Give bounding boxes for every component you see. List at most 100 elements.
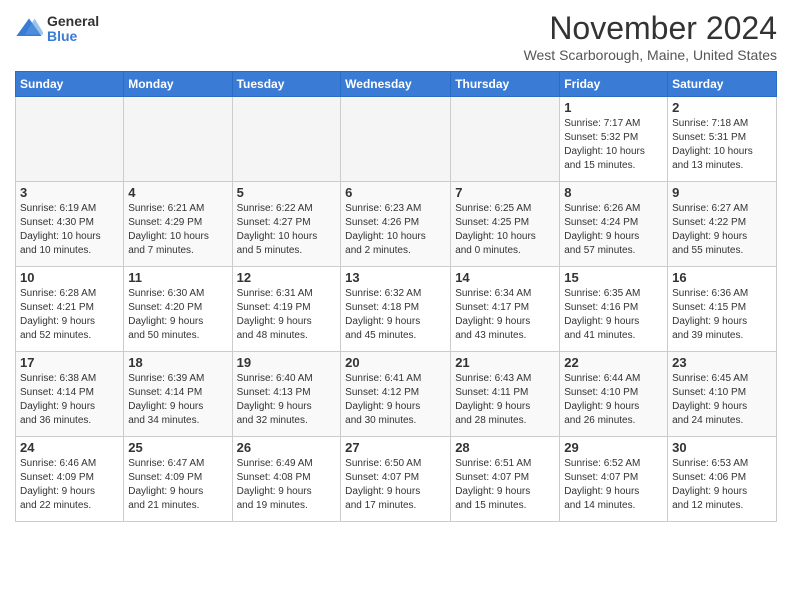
calendar-cell: 23 Sunrise: 6:45 AM Sunset: 4:10 PM Dayli… bbox=[668, 352, 777, 437]
day-info: Sunrise: 6:47 AM Sunset: 4:09 PM Dayligh… bbox=[128, 457, 227, 513]
day-info: Sunrise: 6:23 AM Sunset: 4:26 PM Dayligh… bbox=[345, 202, 446, 258]
logo-blue: Blue bbox=[47, 29, 99, 44]
calendar-cell: 20 Sunrise: 6:41 AM Sunset: 4:12 PM Dayli… bbox=[341, 352, 451, 437]
day-number: 11 bbox=[128, 270, 227, 285]
weekday-header: Thursday bbox=[451, 72, 560, 97]
calendar-cell: 19 Sunrise: 6:40 AM Sunset: 4:13 PM Dayli… bbox=[232, 352, 341, 437]
calendar-cell: 7Sunrise: 6:25 AM Sunset: 4:25 PM Daylig… bbox=[451, 182, 560, 267]
day-info: Sunrise: 6:19 AM Sunset: 4:30 PM Dayligh… bbox=[20, 202, 119, 258]
week-row: 17 Sunrise: 6:38 AM Sunset: 4:14 PM Dayli… bbox=[16, 352, 777, 437]
day-info: Sunrise: 6:53 AM Sunset: 4:06 PM Dayligh… bbox=[672, 457, 772, 513]
day-info: Sunrise: 6:30 AM Sunset: 4:20 PM Dayligh… bbox=[128, 287, 227, 343]
weekday-header: Friday bbox=[560, 72, 668, 97]
calendar-cell: 16 Sunrise: 6:36 AM Sunset: 4:15 PM Dayli… bbox=[668, 267, 777, 352]
day-info: Sunrise: 6:31 AM Sunset: 4:19 PM Dayligh… bbox=[237, 287, 337, 343]
day-number: 3 bbox=[20, 185, 119, 200]
day-number: 22 bbox=[564, 355, 663, 370]
calendar-cell: 2 Sunrise: 7:18 AM Sunset: 5:31 PM Daylig… bbox=[668, 97, 777, 182]
day-info: Sunrise: 6:40 AM Sunset: 4:13 PM Dayligh… bbox=[237, 372, 337, 428]
calendar-cell: 6 Sunrise: 6:23 AM Sunset: 4:26 PM Daylig… bbox=[341, 182, 451, 267]
calendar-cell: 3 Sunrise: 6:19 AM Sunset: 4:30 PM Daylig… bbox=[16, 182, 124, 267]
logo-text: General Blue bbox=[47, 14, 99, 45]
day-info: Sunrise: 6:46 AM Sunset: 4:09 PM Dayligh… bbox=[20, 457, 119, 513]
calendar-cell: 4 Sunrise: 6:21 AM Sunset: 4:29 PM Daylig… bbox=[124, 182, 232, 267]
day-info: Sunrise: 6:43 AM Sunset: 4:11 PM Dayligh… bbox=[455, 372, 555, 428]
day-info: Sunrise: 6:38 AM Sunset: 4:14 PM Dayligh… bbox=[20, 372, 119, 428]
month-title: November 2024 bbox=[524, 10, 777, 47]
day-number: 15 bbox=[564, 270, 663, 285]
calendar-cell: 28Sunrise: 6:51 AM Sunset: 4:07 PM Dayli… bbox=[451, 437, 560, 522]
day-info: Sunrise: 6:39 AM Sunset: 4:14 PM Dayligh… bbox=[128, 372, 227, 428]
calendar-cell: 29 Sunrise: 6:52 AM Sunset: 4:07 PM Dayli… bbox=[560, 437, 668, 522]
day-info: Sunrise: 6:34 AM Sunset: 4:17 PM Dayligh… bbox=[455, 287, 555, 343]
day-number: 4 bbox=[128, 185, 227, 200]
day-info: Sunrise: 6:49 AM Sunset: 4:08 PM Dayligh… bbox=[237, 457, 337, 513]
day-info: Sunrise: 6:21 AM Sunset: 4:29 PM Dayligh… bbox=[128, 202, 227, 258]
weekday-header: Tuesday bbox=[232, 72, 341, 97]
day-number: 12 bbox=[237, 270, 337, 285]
day-number: 14 bbox=[455, 270, 555, 285]
weekday-header-row: SundayMondayTuesdayWednesdayThursdayFrid… bbox=[16, 72, 777, 97]
calendar-cell: 8Sunrise: 6:26 AM Sunset: 4:24 PM Daylig… bbox=[560, 182, 668, 267]
calendar-cell: 26Sunrise: 6:49 AM Sunset: 4:08 PM Dayli… bbox=[232, 437, 341, 522]
day-info: Sunrise: 6:51 AM Sunset: 4:07 PM Dayligh… bbox=[455, 457, 555, 513]
week-row: 1Sunrise: 7:17 AM Sunset: 5:32 PM Daylig… bbox=[16, 97, 777, 182]
calendar-cell: 5 Sunrise: 6:22 AM Sunset: 4:27 PM Daylig… bbox=[232, 182, 341, 267]
day-info: Sunrise: 6:50 AM Sunset: 4:07 PM Dayligh… bbox=[345, 457, 446, 513]
week-row: 24 Sunrise: 6:46 AM Sunset: 4:09 PM Dayli… bbox=[16, 437, 777, 522]
calendar-cell: 18Sunrise: 6:39 AM Sunset: 4:14 PM Dayli… bbox=[124, 352, 232, 437]
day-number: 5 bbox=[237, 185, 337, 200]
calendar-cell: 14 Sunrise: 6:34 AM Sunset: 4:17 PM Dayli… bbox=[451, 267, 560, 352]
day-info: Sunrise: 6:36 AM Sunset: 4:15 PM Dayligh… bbox=[672, 287, 772, 343]
day-number: 19 bbox=[237, 355, 337, 370]
day-number: 10 bbox=[20, 270, 119, 285]
calendar-cell: 21 Sunrise: 6:43 AM Sunset: 4:11 PM Dayli… bbox=[451, 352, 560, 437]
day-number: 1 bbox=[564, 100, 663, 115]
day-number: 16 bbox=[672, 270, 772, 285]
day-number: 29 bbox=[564, 440, 663, 455]
day-number: 7 bbox=[455, 185, 555, 200]
page-header: General Blue November 2024 West Scarboro… bbox=[15, 10, 777, 63]
day-info: Sunrise: 6:41 AM Sunset: 4:12 PM Dayligh… bbox=[345, 372, 446, 428]
day-info: Sunrise: 6:45 AM Sunset: 4:10 PM Dayligh… bbox=[672, 372, 772, 428]
day-number: 30 bbox=[672, 440, 772, 455]
day-info: Sunrise: 6:52 AM Sunset: 4:07 PM Dayligh… bbox=[564, 457, 663, 513]
day-number: 24 bbox=[20, 440, 119, 455]
calendar-cell bbox=[124, 97, 232, 182]
calendar-cell: 27Sunrise: 6:50 AM Sunset: 4:07 PM Dayli… bbox=[341, 437, 451, 522]
calendar-cell bbox=[232, 97, 341, 182]
day-number: 6 bbox=[345, 185, 446, 200]
day-number: 9 bbox=[672, 185, 772, 200]
day-number: 21 bbox=[455, 355, 555, 370]
logo-icon bbox=[15, 15, 43, 43]
day-info: Sunrise: 6:44 AM Sunset: 4:10 PM Dayligh… bbox=[564, 372, 663, 428]
day-number: 25 bbox=[128, 440, 227, 455]
day-number: 17 bbox=[20, 355, 119, 370]
weekday-header: Sunday bbox=[16, 72, 124, 97]
calendar-cell: 22 Sunrise: 6:44 AM Sunset: 4:10 PM Dayli… bbox=[560, 352, 668, 437]
week-row: 10 Sunrise: 6:28 AM Sunset: 4:21 PM Dayli… bbox=[16, 267, 777, 352]
weekday-header: Saturday bbox=[668, 72, 777, 97]
calendar-cell: 13Sunrise: 6:32 AM Sunset: 4:18 PM Dayli… bbox=[341, 267, 451, 352]
weekday-header: Wednesday bbox=[341, 72, 451, 97]
day-info: Sunrise: 7:18 AM Sunset: 5:31 PM Dayligh… bbox=[672, 117, 772, 173]
calendar-cell: 9Sunrise: 6:27 AM Sunset: 4:22 PM Daylig… bbox=[668, 182, 777, 267]
calendar-cell bbox=[451, 97, 560, 182]
day-info: Sunrise: 6:22 AM Sunset: 4:27 PM Dayligh… bbox=[237, 202, 337, 258]
day-info: Sunrise: 6:28 AM Sunset: 4:21 PM Dayligh… bbox=[20, 287, 119, 343]
title-block: November 2024 West Scarborough, Maine, U… bbox=[524, 10, 777, 63]
calendar-cell bbox=[16, 97, 124, 182]
day-number: 13 bbox=[345, 270, 446, 285]
day-number: 2 bbox=[672, 100, 772, 115]
calendar-cell: 25 Sunrise: 6:47 AM Sunset: 4:09 PM Dayli… bbox=[124, 437, 232, 522]
day-info: Sunrise: 6:26 AM Sunset: 4:24 PM Dayligh… bbox=[564, 202, 663, 258]
weekday-header: Monday bbox=[124, 72, 232, 97]
day-number: 20 bbox=[345, 355, 446, 370]
logo-general: General bbox=[47, 14, 99, 29]
calendar: SundayMondayTuesdayWednesdayThursdayFrid… bbox=[15, 71, 777, 522]
calendar-cell: 10 Sunrise: 6:28 AM Sunset: 4:21 PM Dayli… bbox=[16, 267, 124, 352]
week-row: 3 Sunrise: 6:19 AM Sunset: 4:30 PM Daylig… bbox=[16, 182, 777, 267]
day-info: Sunrise: 6:35 AM Sunset: 4:16 PM Dayligh… bbox=[564, 287, 663, 343]
calendar-cell: 17 Sunrise: 6:38 AM Sunset: 4:14 PM Dayli… bbox=[16, 352, 124, 437]
day-number: 23 bbox=[672, 355, 772, 370]
